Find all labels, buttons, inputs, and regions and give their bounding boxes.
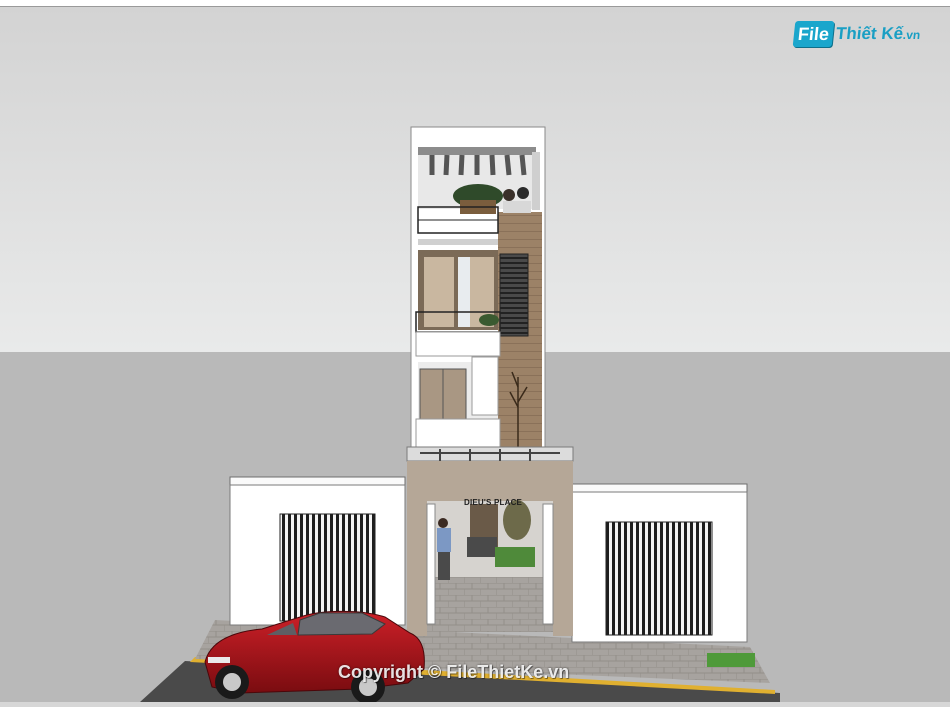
entrance-block	[406, 446, 574, 636]
left-annex	[229, 476, 406, 626]
tower	[410, 126, 546, 450]
filethietke-logo: File Thiết Kế.vn	[792, 19, 922, 49]
right-garage-grill	[605, 521, 713, 636]
townhouse-render	[0, 7, 950, 704]
left-garage-grill	[279, 513, 376, 622]
logo-brand-text: Thiết Kế.vn	[834, 23, 921, 46]
building-sign: DIEU'S PLACE	[464, 498, 523, 507]
right-annex	[571, 483, 748, 643]
logo-tld: .vn	[901, 27, 921, 42]
logo-file-badge: File	[792, 21, 834, 47]
window-top-border	[0, 0, 950, 7]
copyright-watermark: Copyright © FileThietKe.vn	[338, 662, 570, 682]
logo-brand: Thiết Kế	[834, 23, 904, 43]
grass-patch	[707, 653, 755, 667]
render-scene: File Thiết Kế.vn DIEU'S PLACE Copyright …	[0, 7, 950, 704]
